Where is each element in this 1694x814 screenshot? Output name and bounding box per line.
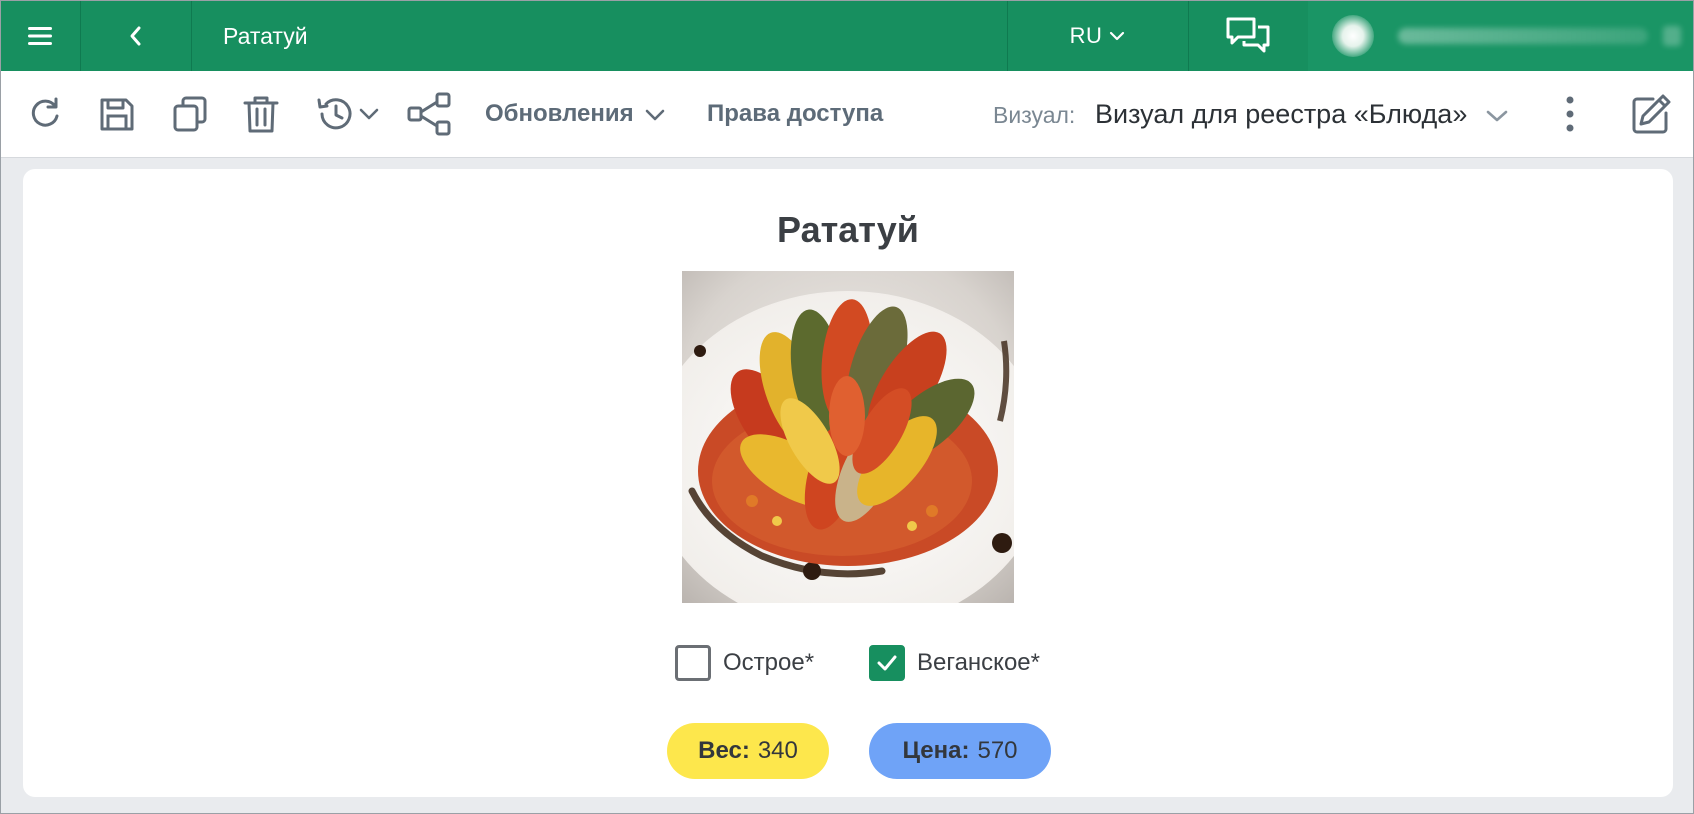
price-badge: Цена: 570 xyxy=(869,723,1051,779)
more-button[interactable] xyxy=(1547,71,1593,157)
chat-button[interactable] xyxy=(1189,1,1307,71)
copy-button[interactable] xyxy=(164,71,216,157)
back-button[interactable] xyxy=(81,1,191,71)
check-icon xyxy=(877,655,897,671)
refresh-icon xyxy=(31,97,59,127)
chevron-down-icon xyxy=(359,108,379,120)
chevron-down-icon xyxy=(1110,31,1125,41)
dish-photo xyxy=(682,271,1014,603)
weight-label: Вес: xyxy=(698,737,750,764)
save-icon xyxy=(100,98,134,131)
app-window: Рататуй RU Обновления Права доступа Визу… xyxy=(0,0,1694,814)
weight-badge: Вес: 340 xyxy=(667,723,829,779)
window-title: Рататуй xyxy=(223,23,308,49)
menu-button[interactable] xyxy=(1,1,79,71)
chevron-down-icon xyxy=(1486,110,1508,122)
visual-value: Визуал для реестра «Блюда» xyxy=(1095,99,1468,129)
delete-button[interactable] xyxy=(235,71,287,157)
price-label: Цена: xyxy=(902,737,970,764)
history-icon xyxy=(317,98,352,130)
toolbar: Обновления Права доступа Визуал: Визуал … xyxy=(1,71,1693,158)
visual-selector[interactable]: Визуал для реестра «Блюда» xyxy=(1095,71,1509,157)
copy-icon xyxy=(173,96,207,132)
spicy-label: Острое* xyxy=(723,649,815,676)
edit-button[interactable] xyxy=(1625,71,1677,157)
more-icon xyxy=(1566,96,1574,132)
visual-label: Визуал: xyxy=(993,102,1076,128)
save-button[interactable] xyxy=(91,71,143,157)
chat-icon xyxy=(1226,17,1270,53)
checkbox-checked[interactable] xyxy=(869,645,905,681)
price-value: 570 xyxy=(977,737,1018,764)
avatar xyxy=(1332,15,1374,57)
vegan-label: Веганское* xyxy=(917,649,1040,676)
record-title: Рататуй xyxy=(777,209,919,250)
vegan-checkbox[interactable]: Веганское* xyxy=(869,642,1040,684)
checkbox-unchecked[interactable] xyxy=(675,645,711,681)
share-button[interactable] xyxy=(403,71,455,157)
spicy-checkbox[interactable]: Острое* xyxy=(675,642,814,684)
language-label: RU xyxy=(1069,23,1103,48)
access-rights-link[interactable]: Права доступа xyxy=(707,71,883,157)
user-extra-blurred xyxy=(1663,26,1681,46)
user-profile[interactable] xyxy=(1308,1,1693,71)
updates-label: Обновления xyxy=(485,100,634,127)
refresh-button[interactable] xyxy=(19,71,71,157)
chevron-down-icon xyxy=(645,109,665,120)
updates-menu[interactable]: Обновления xyxy=(485,71,666,157)
share-icon xyxy=(407,92,451,136)
language-selector[interactable]: RU xyxy=(1008,1,1188,71)
top-bar: Рататуй RU xyxy=(1,1,1693,71)
history-button[interactable] xyxy=(307,71,387,157)
delete-icon xyxy=(243,96,279,133)
chevron-left-icon xyxy=(130,26,141,46)
record-card: Рататуй Острое* Веганское* Вес: 340 Цена… xyxy=(23,169,1673,797)
menu-icon xyxy=(28,27,52,45)
user-name-blurred xyxy=(1398,28,1648,44)
weight-value: 340 xyxy=(757,737,798,764)
edit-icon xyxy=(1632,94,1671,134)
